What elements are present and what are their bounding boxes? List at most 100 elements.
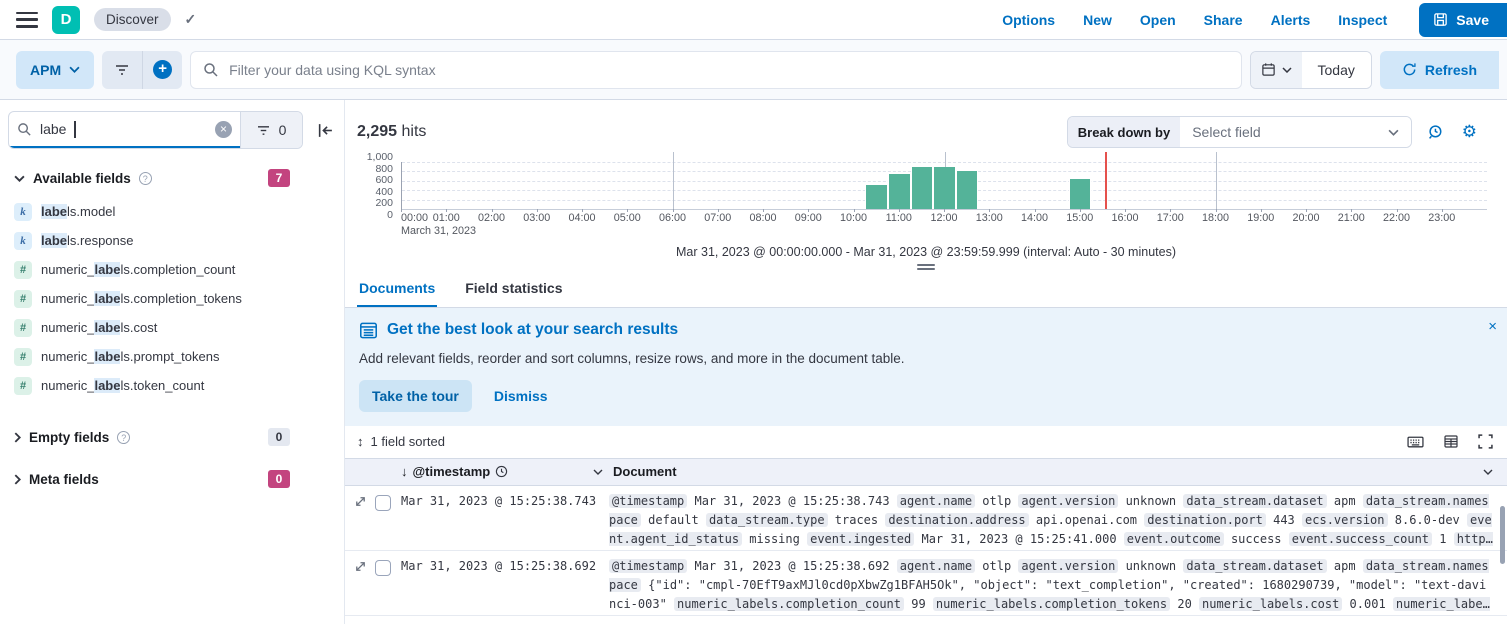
breadcrumb[interactable]: Discover <box>94 8 171 31</box>
data-view-label: APM <box>30 62 61 78</box>
save-label: Save <box>1456 12 1489 28</box>
chart-inspect-icon[interactable] <box>1428 124 1445 141</box>
sort-desc-icon: ↓ <box>401 464 408 479</box>
fullscreen-icon[interactable] <box>1478 434 1493 449</box>
saved-queries-icon[interactable] <box>102 51 142 89</box>
discover-app-icon[interactable]: D <box>52 6 80 34</box>
fields-sidebar: labe × 0 Available fields ? 7 <box>0 100 345 624</box>
table-scrollbar[interactable] <box>1500 506 1505 564</box>
header-menu-open[interactable]: Open <box>1140 12 1176 28</box>
panel-resize-handle[interactable] <box>917 264 935 270</box>
x-tick-label: 20:00 <box>1292 212 1319 224</box>
header-menu-share[interactable]: Share <box>1204 12 1243 28</box>
field-filter-button[interactable]: 0 <box>240 112 302 148</box>
field-chip: agent.version <box>1018 494 1118 508</box>
kql-placeholder: Filter your data using KQL syntax <box>229 62 435 78</box>
data-view-picker[interactable]: APM <box>16 51 94 89</box>
header-menu-options[interactable]: Options <box>1002 12 1055 28</box>
field-chip: data_stream.dataset <box>1183 559 1326 573</box>
main-menu-icon[interactable] <box>16 12 38 28</box>
sorted-fields-button[interactable]: ↕ 1 field sorted <box>357 434 445 449</box>
meta-fields-label: Meta fields <box>29 472 99 487</box>
field-list-item[interactable]: klabels.response <box>8 226 336 255</box>
table-row[interactable]: Mar 31, 2023 @ 15:25:38.743@timestamp Ma… <box>345 486 1507 551</box>
row-density-icon[interactable] <box>1443 434 1459 449</box>
sort-icon: ↕ <box>357 434 364 449</box>
field-name: numeric_labels.completion_count <box>41 262 235 277</box>
number-field-icon: # <box>14 261 32 279</box>
add-filter-button[interactable]: + <box>142 51 182 89</box>
x-tick-mark <box>763 209 764 212</box>
field-search-input[interactable]: labe × <box>9 112 240 148</box>
row-checkbox[interactable] <box>375 495 391 511</box>
field-list-item[interactable]: #numeric_labels.cost <box>8 313 336 342</box>
date-picker-button[interactable] <box>1251 52 1302 88</box>
collapse-sidebar-icon[interactable] <box>315 121 336 140</box>
calendar-icon <box>1261 62 1276 77</box>
histogram-bar[interactable] <box>865 185 888 209</box>
x-tick-mark <box>1397 209 1398 212</box>
field-search-group: labe × 0 <box>8 111 303 149</box>
chart-options-gear-icon[interactable]: ⚙ <box>1462 124 1477 140</box>
empty-fields-header[interactable]: Empty fields ? 0 <box>14 428 330 446</box>
histogram-bar[interactable] <box>1069 179 1092 209</box>
hits-value: 2,295 <box>357 123 397 140</box>
header-menu-new[interactable]: New <box>1083 12 1112 28</box>
clear-search-icon[interactable]: × <box>215 121 232 138</box>
hits-count: 2,295 hits <box>357 123 426 141</box>
header-menu-inspect[interactable]: Inspect <box>1338 12 1387 28</box>
save-button[interactable]: Save <box>1419 3 1507 37</box>
tab-documents[interactable]: Documents <box>357 272 437 307</box>
breakdown-select[interactable]: Select field <box>1180 117 1411 147</box>
field-chip: data_stream.dataset <box>1183 494 1326 508</box>
x-tick-label: 12:00 <box>930 212 957 224</box>
header-menu-alerts[interactable]: Alerts <box>1271 12 1311 28</box>
expand-row-icon[interactable] <box>354 495 367 508</box>
histogram-bar[interactable] <box>956 171 979 209</box>
field-chip: event.success_count <box>1289 532 1432 546</box>
x-tick-label: 10:00 <box>840 212 867 224</box>
chevron-down-icon[interactable] <box>1483 469 1493 475</box>
row-checkbox[interactable] <box>375 560 391 576</box>
field-list-item[interactable]: #numeric_labels.completion_tokens <box>8 284 336 313</box>
available-fields-header[interactable]: Available fields ? 7 <box>14 169 330 187</box>
keyboard-icon[interactable] <box>1407 434 1424 449</box>
table-row[interactable]: Mar 31, 2023 @ 15:25:38.692@timestamp Ma… <box>345 551 1507 616</box>
chevron-down-icon[interactable] <box>593 469 603 475</box>
row-controls <box>345 492 401 550</box>
expand-row-icon[interactable] <box>354 560 367 573</box>
x-tick-label: 11:00 <box>886 212 912 224</box>
timestamp-column-header[interactable]: ↓ @timestamp <box>401 464 609 479</box>
tab-field-statistics[interactable]: Field statistics <box>463 272 564 307</box>
field-list-item[interactable]: #numeric_labels.prompt_tokens <box>8 342 336 371</box>
field-list-item[interactable]: # numeric_labels.completion_count <box>8 255 336 284</box>
field-value: traces <box>835 513 878 527</box>
top-header: D Discover ✓ OptionsNewOpenShareAlertsIn… <box>0 0 1507 40</box>
empty-fields-count-badge: 0 <box>268 428 290 446</box>
document-table-icon <box>359 321 378 340</box>
kql-search-input[interactable]: Filter your data using KQL syntax <box>190 51 1241 89</box>
meta-fields-header[interactable]: Meta fields 0 <box>14 470 330 488</box>
date-quick-select[interactable]: Today <box>1302 52 1371 88</box>
x-tick-mark <box>1080 209 1081 212</box>
histogram-bar[interactable] <box>911 167 934 209</box>
take-tour-button[interactable]: Take the tour <box>359 380 472 412</box>
refresh-button[interactable]: Refresh <box>1380 51 1499 89</box>
breakdown-placeholder: Select field <box>1192 124 1260 140</box>
plot-area <box>401 162 1487 210</box>
histogram-bar[interactable] <box>933 167 956 209</box>
field-value: 0.001 <box>1350 597 1386 611</box>
dismiss-button[interactable]: Dismiss <box>494 388 548 404</box>
field-list-item[interactable]: klabels.model <box>8 197 336 226</box>
field-value: Mar 31, 2023 @ 15:25:38.692 <box>694 559 889 573</box>
histogram-chart[interactable]: 1,0008006004002000 00:0001:0002:0003:000… <box>357 162 1487 236</box>
timestamp-column-label: @timestamp <box>413 464 491 479</box>
x-tick-label: 15:00 <box>1066 212 1093 224</box>
field-list-item[interactable]: #numeric_labels.token_count <box>8 371 336 400</box>
histogram-bar[interactable] <box>888 174 911 209</box>
y-tick-label: 200 <box>375 197 393 209</box>
close-callout-icon[interactable]: × <box>1488 318 1497 335</box>
document-column-header[interactable]: Document <box>609 464 1507 479</box>
number-field-icon: # <box>14 290 32 308</box>
query-bar: APM + Filter your data using KQL syntax … <box>0 40 1507 100</box>
